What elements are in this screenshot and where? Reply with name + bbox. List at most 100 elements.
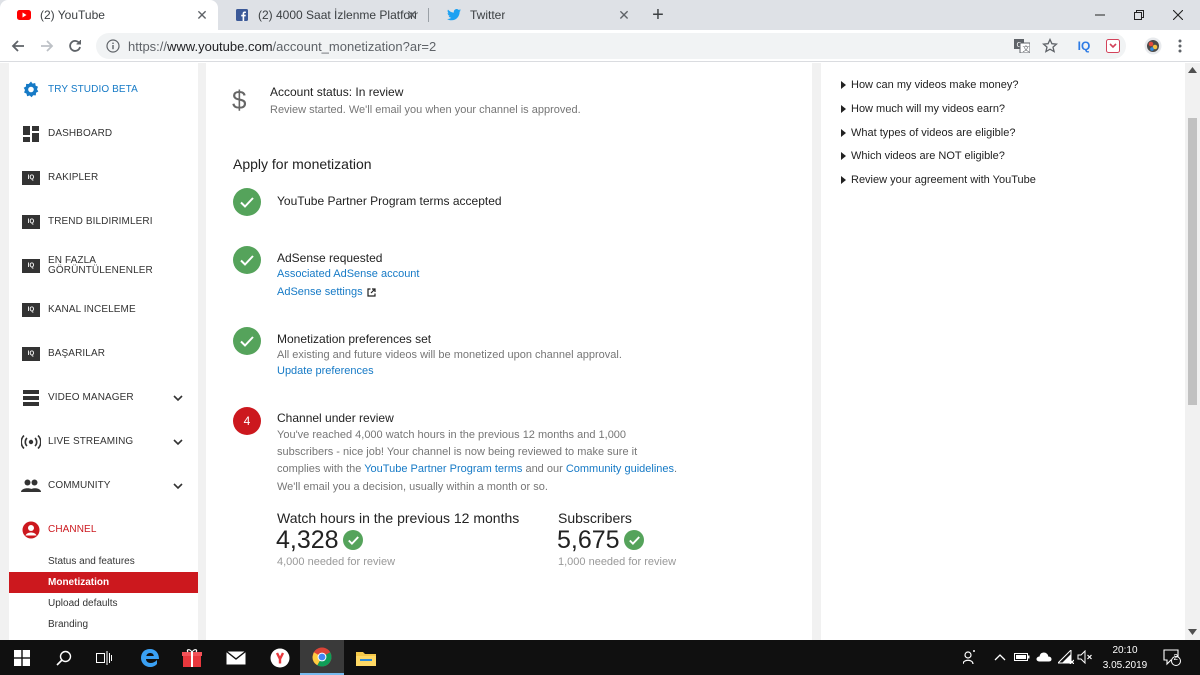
help-link[interactable]: What types of videos are eligible?: [841, 127, 1015, 139]
cloud-icon[interactable]: [1036, 651, 1052, 665]
sidebar-subitem-upload-defaults[interactable]: Upload defaults: [9, 593, 198, 614]
help-link[interactable]: Which videos are NOT eligible?: [841, 150, 1005, 162]
speaker-muted-icon[interactable]: [1077, 649, 1093, 667]
file-explorer-icon[interactable]: [344, 640, 388, 675]
triangle-right-icon: [841, 105, 846, 113]
tab-facebook[interactable]: (2) 4000 Saat İzlenme Platformu ✕: [218, 0, 428, 30]
task-view-icon[interactable]: [82, 640, 126, 675]
menu-icon[interactable]: [1170, 36, 1190, 56]
new-tab-button[interactable]: +: [648, 5, 668, 25]
adsense-settings-link[interactable]: AdSense settings: [277, 286, 376, 298]
account-status-description: Review started. We'll email you when you…: [270, 104, 581, 116]
community-guidelines-link[interactable]: Community guidelines: [566, 463, 674, 475]
sidebar-item-rakipler[interactable]: IQ RAKIPLER: [9, 156, 198, 200]
close-window-button[interactable]: [1156, 0, 1200, 30]
update-preferences-link[interactable]: Update preferences: [277, 365, 374, 377]
sidebar-item-basarilar[interactable]: IQ BAŞARILAR: [9, 332, 198, 376]
minimize-button[interactable]: [1078, 0, 1122, 30]
scroll-up-icon[interactable]: [1188, 67, 1197, 73]
notification-count: 2: [1173, 653, 1178, 662]
community-icon: [21, 476, 41, 496]
subscribers-value: 5,675: [557, 526, 620, 554]
watch-hours-value: 4,328: [276, 526, 339, 554]
help-panel: How can my videos make money? How much w…: [821, 63, 1185, 640]
reload-icon: [69, 40, 81, 52]
sidebar-item-label: BAŞARILAR: [48, 348, 106, 359]
search-icon[interactable]: [42, 640, 86, 675]
sidebar-item-try-studio-beta[interactable]: TRY STUDIO BETA: [9, 68, 198, 112]
forward-button[interactable]: [35, 34, 59, 58]
sidebar-item-dashboard[interactable]: DASHBOARD: [9, 112, 198, 156]
check-circle-icon: [624, 530, 644, 550]
wifi-icon[interactable]: [1056, 648, 1075, 667]
mail-icon[interactable]: [214, 640, 258, 675]
gift-box-icon[interactable]: [170, 640, 214, 675]
scroll-down-icon[interactable]: [1188, 629, 1197, 635]
system-clock[interactable]: 20:10 3.05.2019: [1100, 643, 1150, 673]
translate-icon[interactable]: G文: [1012, 36, 1032, 56]
back-button[interactable]: [6, 34, 30, 58]
reload-button[interactable]: [63, 34, 87, 58]
sidebar-item-label: COMMUNITY: [48, 480, 111, 491]
associated-adsense-account-link[interactable]: Associated AdSense account: [277, 268, 419, 280]
check-circle-icon: [233, 327, 261, 355]
sidebar-subitem-branding[interactable]: Branding: [9, 614, 198, 635]
chevron-down-icon[interactable]: [172, 392, 184, 404]
chevron-down-icon[interactable]: [172, 436, 184, 448]
restore-button[interactable]: [1117, 0, 1161, 30]
step-title: YouTube Partner Program terms accepted: [277, 194, 502, 208]
ypp-terms-link[interactable]: YouTube Partner Program terms: [364, 463, 522, 475]
windows-start-icon[interactable]: [0, 640, 44, 675]
help-link[interactable]: How much will my videos earn?: [841, 103, 1005, 115]
check-circle-icon: [233, 246, 261, 274]
close-icon[interactable]: ✕: [194, 7, 210, 23]
people-icon[interactable]: [962, 649, 977, 668]
close-icon[interactable]: ✕: [404, 7, 420, 23]
tab-twitter[interactable]: Twitter ✕: [430, 0, 640, 30]
step-title: Channel under review: [277, 411, 394, 425]
info-icon[interactable]: [106, 39, 120, 53]
sidebar-item-label: RAKIPLER: [48, 172, 99, 183]
restore-icon: [1134, 10, 1144, 20]
sidebar-item-en-fazla-goruntulenenler[interactable]: IQ EN FAZLA GÖRÜNTÜLENENLER: [9, 244, 198, 288]
sidebar-item-live-streaming[interactable]: LIVE STREAMING: [9, 420, 198, 464]
iq-icon: IQ: [21, 212, 41, 232]
sidebar-subitem-status-and-features[interactable]: Status and features: [9, 551, 198, 572]
sidebar-item-channel[interactable]: CHANNEL: [9, 508, 198, 552]
iq-icon: IQ: [21, 256, 41, 276]
check-circle-icon: [233, 188, 261, 216]
notifications-icon[interactable]: 2: [1163, 649, 1181, 669]
tab-youtube[interactable]: (2) YouTube ✕: [0, 0, 218, 30]
step-number-badge: 4: [233, 407, 261, 435]
step-description: All existing and future videos will be m…: [277, 349, 622, 361]
scrollbar-thumb[interactable]: [1188, 118, 1197, 405]
star-icon[interactable]: [1040, 36, 1060, 56]
address-bar[interactable]: https://www.youtube.com/account_monetiza…: [96, 33, 1126, 59]
live-icon: [21, 432, 41, 452]
sidebar-item-community[interactable]: COMMUNITY: [9, 464, 198, 508]
battery-icon[interactable]: [1014, 652, 1030, 665]
sidebar-subitem-monetization[interactable]: Monetization: [9, 572, 198, 593]
sidebar-item-trend-bildirimleri[interactable]: IQ TREND BILDIRIMLERI: [9, 200, 198, 244]
pocket-icon[interactable]: [1103, 36, 1123, 56]
page-scrollbar[interactable]: [1185, 63, 1200, 640]
sidebar-item-kanal-inceleme[interactable]: IQ KANAL INCELEME: [9, 288, 198, 332]
url-path: /account_monetization?ar=2: [272, 38, 437, 54]
profile-avatar[interactable]: [1143, 36, 1163, 56]
step-title: Monetization preferences set: [277, 332, 432, 346]
chevron-down-icon[interactable]: [172, 480, 184, 492]
watch-hours-needed: 4,000 needed for review: [277, 556, 396, 568]
chrome-icon[interactable]: [300, 640, 344, 675]
close-icon[interactable]: ✕: [616, 7, 632, 23]
help-link-label: How can my videos make money?: [851, 79, 1019, 91]
text: and our: [522, 463, 566, 475]
arrow-left-icon: [11, 40, 24, 52]
sidebar-item-video-manager[interactable]: VIDEO MANAGER: [9, 376, 198, 420]
yandex-browser-icon[interactable]: [258, 640, 302, 675]
edge-icon[interactable]: [128, 640, 172, 675]
help-link[interactable]: How can my videos make money?: [841, 79, 1019, 91]
url-scheme: https://: [128, 38, 168, 54]
chevron-up-icon[interactable]: [994, 652, 1006, 664]
tubebuddy-iq-icon[interactable]: IQ: [1074, 36, 1094, 56]
help-link[interactable]: Review your agreement with YouTube: [841, 174, 1036, 186]
